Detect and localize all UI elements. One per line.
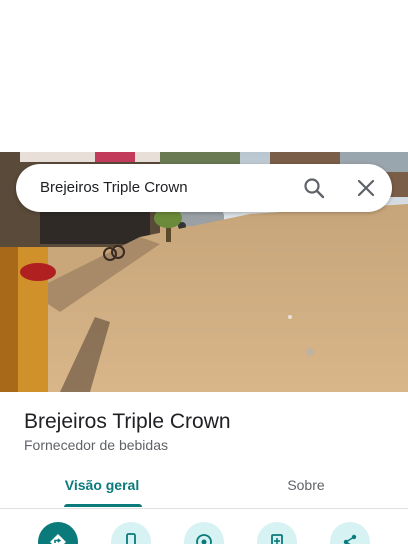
tab-overview[interactable]: Visão geral — [0, 466, 204, 507]
share-icon — [343, 534, 357, 544]
search-input[interactable]: Brejeiros Triple Crown — [40, 164, 188, 212]
call-button[interactable] — [111, 522, 151, 544]
save-button[interactable] — [257, 522, 297, 544]
directions-icon — [50, 534, 66, 544]
tab-about[interactable]: Sobre — [204, 466, 408, 506]
directions-button[interactable] — [38, 522, 78, 544]
search-icon[interactable] — [302, 176, 326, 200]
close-icon[interactable] — [354, 176, 378, 200]
place-title: Brejeiros Triple Crown — [24, 410, 231, 433]
place-category: Fornecedor de bebidas — [24, 437, 168, 453]
location-icon — [196, 534, 212, 544]
search-bar[interactable]: Brejeiros Triple Crown — [16, 164, 392, 212]
share-button[interactable] — [330, 522, 370, 544]
place-tabs: Visão geral Sobre — [0, 466, 408, 509]
nearby-button[interactable] — [184, 522, 224, 544]
action-buttons — [0, 522, 408, 544]
phone-icon — [126, 533, 136, 544]
map-blank-area — [0, 0, 408, 152]
save-icon — [271, 534, 283, 544]
